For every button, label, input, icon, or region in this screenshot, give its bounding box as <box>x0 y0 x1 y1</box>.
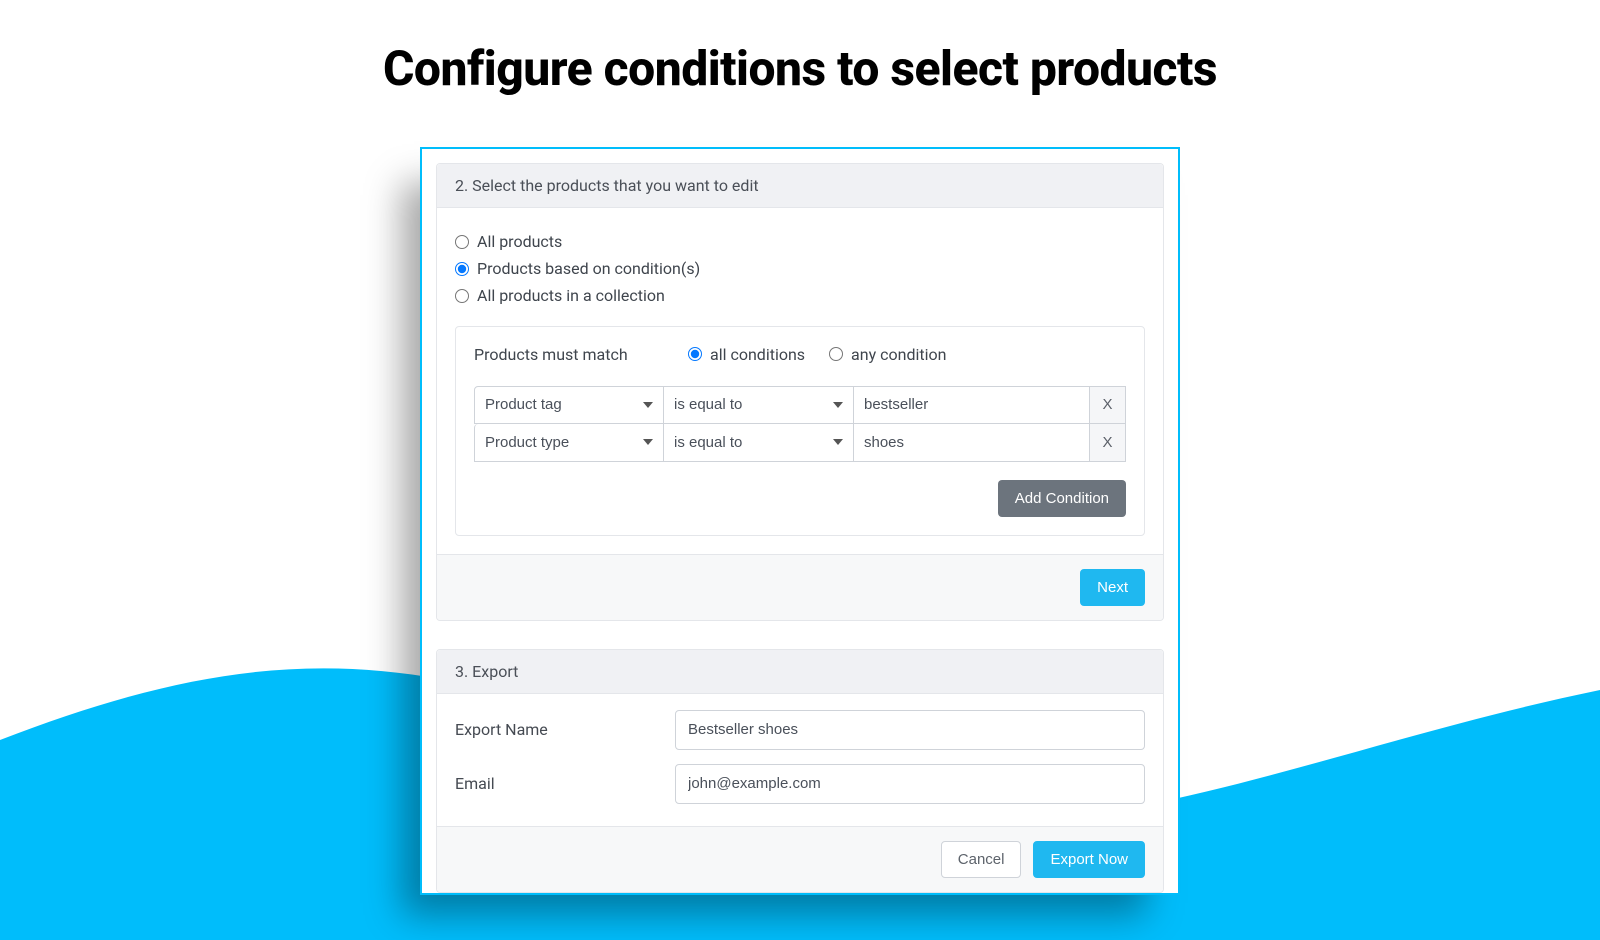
add-condition-button[interactable]: Add Condition <box>998 480 1126 517</box>
cancel-button[interactable]: Cancel <box>941 841 1022 878</box>
match-row: Products must match all conditions any c… <box>474 345 1126 364</box>
match-radio-all[interactable] <box>688 347 702 361</box>
export-name-label: Export Name <box>455 720 655 739</box>
export-name-row: Export Name <box>455 710 1145 750</box>
scope-radio-all[interactable] <box>455 235 469 249</box>
condition-value-input[interactable] <box>854 424 1090 462</box>
step2-body: All products Products based on condition… <box>437 208 1163 554</box>
match-option-all[interactable]: all conditions <box>688 345 805 364</box>
email-label: Email <box>455 774 655 793</box>
scope-option-all-products[interactable]: All products <box>455 228 1145 255</box>
match-option-any[interactable]: any condition <box>829 345 946 364</box>
scope-option-conditions[interactable]: Products based on condition(s) <box>455 255 1145 282</box>
page-title: Configure conditions to select products <box>0 40 1600 97</box>
step3-header: 3. Export <box>437 650 1163 694</box>
export-now-button[interactable]: Export Now <box>1033 841 1145 878</box>
scope-radio-conditions[interactable] <box>455 262 469 276</box>
condition-field-select[interactable]: Product type <box>474 424 664 462</box>
step3-body: Export Name Email <box>437 694 1163 826</box>
scope-radio-collection[interactable] <box>455 289 469 303</box>
next-button[interactable]: Next <box>1080 569 1145 606</box>
condition-field-select[interactable]: Product tag <box>474 386 664 424</box>
step3-card: 3. Export Export Name Email Cancel Expor… <box>436 649 1164 893</box>
match-label-any: any condition <box>851 345 946 364</box>
email-row: Email <box>455 764 1145 804</box>
email-input[interactable] <box>675 764 1145 804</box>
match-radio-any[interactable] <box>829 347 843 361</box>
condition-row: Product type is equal to X <box>474 424 1126 462</box>
condition-operator-select[interactable]: is equal to <box>664 424 854 462</box>
conditions-box: Products must match all conditions any c… <box>455 326 1145 536</box>
scope-label: All products <box>477 228 562 255</box>
condition-row: Product tag is equal to X <box>474 386 1126 424</box>
condition-operator-select[interactable]: is equal to <box>664 386 854 424</box>
step2-card: 2. Select the products that you want to … <box>436 163 1164 621</box>
step3-footer: Cancel Export Now <box>437 826 1163 892</box>
match-label-all: all conditions <box>710 345 805 364</box>
export-name-input[interactable] <box>675 710 1145 750</box>
config-panel: 2. Select the products that you want to … <box>420 147 1180 895</box>
conditions-table: Product tag is equal to X Product type <box>474 386 1126 462</box>
scope-radio-group: All products Products based on condition… <box>455 228 1145 310</box>
step2-header: 2. Select the products that you want to … <box>437 164 1163 208</box>
scope-option-collection[interactable]: All products in a collection <box>455 282 1145 309</box>
match-label: Products must match <box>474 345 664 364</box>
condition-remove-button[interactable]: X <box>1090 424 1126 462</box>
step2-footer: Next <box>437 554 1163 620</box>
condition-value-input[interactable] <box>854 386 1090 424</box>
scope-label: All products in a collection <box>477 282 665 309</box>
scope-label: Products based on condition(s) <box>477 255 700 282</box>
condition-remove-button[interactable]: X <box>1090 386 1126 424</box>
condition-actions: Add Condition <box>474 480 1126 517</box>
